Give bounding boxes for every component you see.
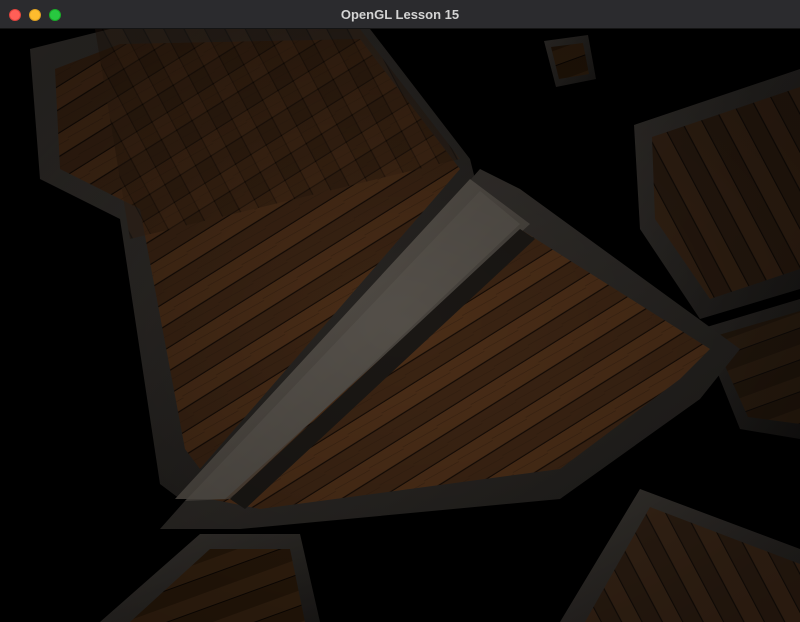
scene-canvas <box>0 29 800 622</box>
window-title: OpenGL Lesson 15 <box>340 7 460 22</box>
minimize-button[interactable] <box>29 9 41 21</box>
zoom-button[interactable] <box>49 9 61 21</box>
scene-vignette <box>0 29 800 622</box>
title-bar[interactable]: OpenGL Lesson 15 <box>0 0 800 29</box>
app-window: OpenGL Lesson 15 <box>0 0 800 622</box>
opengl-viewport[interactable] <box>0 29 800 622</box>
close-button[interactable] <box>9 9 21 21</box>
